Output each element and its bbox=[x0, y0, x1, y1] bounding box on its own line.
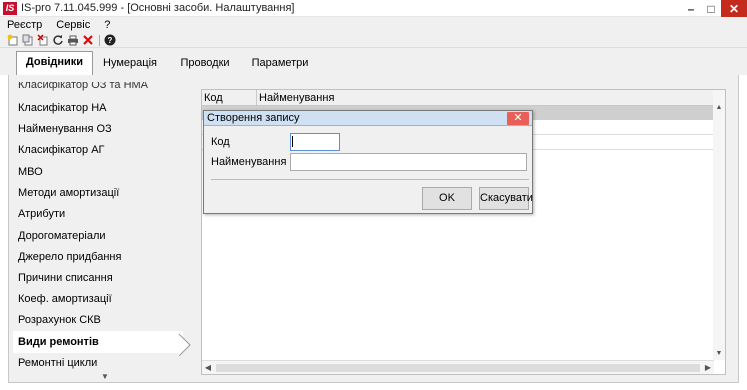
scroll-right-icon[interactable]: ▶ bbox=[702, 361, 714, 375]
tab-parameters[interactable]: Параметри bbox=[248, 53, 312, 75]
name-label: Найменування bbox=[211, 156, 287, 168]
directory-list[interactable]: Класифікатор ОЗ та НМА Класифікатор НА Н… bbox=[13, 82, 193, 382]
list-item[interactable]: Найменування ОЗ bbox=[18, 119, 112, 139]
list-item[interactable]: Причини списання bbox=[18, 268, 113, 288]
tab-directories[interactable]: Довідники bbox=[16, 51, 93, 76]
ok-button[interactable]: OK bbox=[422, 187, 472, 210]
vertical-scrollbar[interactable]: ▲ ▼ bbox=[713, 90, 725, 360]
column-header-name[interactable]: Найменування bbox=[257, 90, 714, 106]
dialog-title-bar[interactable]: Створення запису ✕ bbox=[204, 111, 532, 126]
window-title: IS-pro 7.11.045.999 - [Основні засоби. Н… bbox=[21, 2, 295, 14]
refresh-icon[interactable] bbox=[51, 34, 64, 47]
dialog-title: Створення запису bbox=[207, 112, 300, 124]
dialog-close-icon[interactable]: ✕ bbox=[507, 112, 529, 125]
list-scroll-down-icon[interactable]: ▼ bbox=[101, 372, 109, 381]
list-item[interactable]: Методи амортизації bbox=[18, 183, 119, 203]
code-label: Код bbox=[211, 136, 230, 148]
app-logo-icon: IS bbox=[3, 2, 17, 15]
list-item[interactable]: Класифікатор АГ bbox=[18, 140, 105, 160]
menu-registry[interactable]: Реєстр bbox=[0, 17, 49, 33]
list-item[interactable]: МВО bbox=[18, 162, 43, 182]
column-header-code[interactable]: Код bbox=[202, 90, 257, 106]
dialog-separator bbox=[211, 179, 529, 180]
active-item-pointer-icon bbox=[178, 334, 191, 356]
scroll-down-icon[interactable]: ▼ bbox=[713, 348, 725, 360]
cancel-button[interactable]: Скасувати bbox=[479, 187, 533, 210]
print-icon[interactable] bbox=[66, 34, 79, 47]
horizontal-scroll-thumb[interactable] bbox=[216, 364, 700, 372]
scroll-up-icon[interactable]: ▲ bbox=[713, 102, 725, 114]
list-item-active[interactable]: Види ремонтів bbox=[13, 331, 183, 353]
create-record-dialog: Створення запису ✕ Код Найменування OK С… bbox=[203, 110, 533, 214]
list-item-cut[interactable]: Класифікатор ОЗ та НМА bbox=[18, 82, 148, 91]
code-field[interactable] bbox=[290, 133, 340, 151]
close-icon[interactable]: ✕ bbox=[721, 0, 747, 17]
list-item[interactable]: Джерело придбання bbox=[18, 247, 121, 267]
menu-bar: Реєстр Сервіс ? bbox=[0, 17, 747, 33]
add-icon[interactable] bbox=[6, 34, 19, 47]
tab-strip: Довідники Нумерація Проводки Параметри bbox=[0, 48, 747, 76]
toolbar-separator bbox=[99, 34, 100, 46]
menu-help[interactable]: ? bbox=[97, 17, 117, 33]
title-bar: IS IS-pro 7.11.045.999 - [Основні засоби… bbox=[0, 0, 747, 17]
minimize-icon[interactable]: – bbox=[681, 0, 701, 17]
list-item[interactable]: Розрахунок СКВ bbox=[18, 310, 101, 330]
svg-text:?: ? bbox=[107, 36, 112, 45]
list-item[interactable]: Коеф. амортизації bbox=[18, 289, 112, 309]
help-icon[interactable]: ? bbox=[103, 34, 116, 47]
tab-postings[interactable]: Проводки bbox=[175, 53, 235, 75]
delete-record-icon[interactable] bbox=[36, 34, 49, 47]
toolbar: ? bbox=[0, 33, 747, 48]
add-copy-icon[interactable] bbox=[21, 34, 34, 47]
list-item[interactable]: Атрибути bbox=[18, 204, 65, 224]
delete-icon[interactable] bbox=[81, 34, 94, 47]
grid-header: Код Найменування bbox=[202, 90, 714, 106]
tab-numbering[interactable]: Нумерація bbox=[98, 53, 162, 75]
menu-service[interactable]: Сервіс bbox=[49, 17, 97, 33]
window-controls: – □ ✕ bbox=[681, 0, 747, 17]
text-caret bbox=[292, 136, 293, 147]
scroll-left-icon[interactable]: ◀ bbox=[202, 361, 214, 375]
name-field[interactable] bbox=[290, 153, 527, 171]
list-item[interactable]: Ремонтні цикли bbox=[18, 353, 97, 373]
list-item[interactable]: Класифікатор НА bbox=[18, 98, 107, 118]
list-item[interactable]: Дорогоматеріали bbox=[18, 226, 106, 246]
maximize-icon[interactable]: □ bbox=[701, 0, 721, 17]
horizontal-scrollbar[interactable]: ◀ ▶ bbox=[202, 360, 714, 374]
